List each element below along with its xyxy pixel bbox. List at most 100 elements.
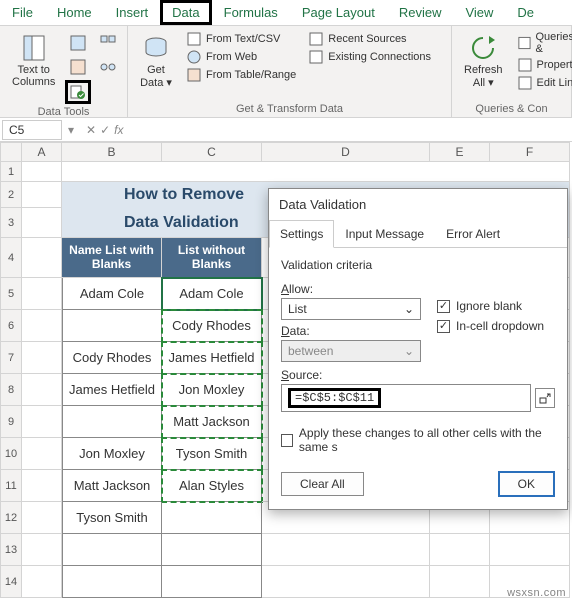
cell[interactable] — [490, 534, 570, 566]
rowhead-6[interactable]: 6 — [0, 310, 22, 342]
tab-developer[interactable]: De — [505, 0, 546, 25]
cell[interactable] — [22, 374, 62, 406]
cell-b7[interactable]: Cody Rhodes — [62, 342, 162, 374]
cell-b12[interactable]: Tyson Smith — [62, 502, 162, 534]
rowhead-4[interactable]: 4 — [0, 238, 22, 278]
edit-links-button[interactable]: Edit Link — [513, 74, 572, 92]
apply-changes-checkbox[interactable]: Apply these changes to all other cells w… — [281, 426, 555, 454]
tab-settings[interactable]: Settings — [269, 220, 334, 248]
cell[interactable] — [262, 566, 430, 598]
from-text-csv-button[interactable]: From Text/CSV — [182, 30, 300, 48]
cell[interactable] — [22, 470, 62, 502]
accept-formula-icon[interactable]: ✓ — [100, 123, 110, 137]
from-web-button[interactable]: From Web — [182, 48, 300, 66]
recent-sources-button[interactable]: Recent Sources — [304, 30, 435, 48]
cell[interactable] — [430, 534, 490, 566]
cell[interactable] — [22, 238, 62, 278]
consolidate-button[interactable] — [95, 32, 121, 54]
cell[interactable] — [22, 502, 62, 534]
in-cell-dropdown-checkbox[interactable]: ✓ In-cell dropdown — [437, 319, 544, 333]
properties-button[interactable]: Propertie — [513, 56, 572, 74]
formula-input[interactable] — [132, 128, 572, 132]
cell-c11[interactable]: Alan Styles — [162, 470, 262, 502]
cell-b11[interactable]: Matt Jackson — [62, 470, 162, 502]
cell-b8[interactable]: James Hetfield — [62, 374, 162, 406]
text-to-columns-button[interactable]: Text toColumns — [6, 30, 61, 90]
cell[interactable] — [22, 566, 62, 598]
cancel-formula-icon[interactable]: ✕ — [86, 123, 96, 137]
cell[interactable] — [22, 310, 62, 342]
from-table-range-button[interactable]: From Table/Range — [182, 66, 300, 84]
rowhead-13[interactable]: 13 — [0, 534, 22, 566]
cell[interactable] — [22, 162, 62, 182]
refresh-all-button[interactable]: RefreshAll ▾ — [458, 30, 509, 91]
cell[interactable] — [22, 438, 62, 470]
tab-input-message[interactable]: Input Message — [334, 220, 435, 248]
rowhead-1[interactable]: 1 — [0, 162, 22, 182]
rowhead-3[interactable]: 3 — [0, 208, 22, 238]
get-data-button[interactable]: GetData ▾ — [134, 30, 178, 91]
cell[interactable] — [22, 278, 62, 310]
cell-c9[interactable]: Matt Jackson — [162, 406, 262, 438]
cell-c8[interactable]: Jon Moxley — [162, 374, 262, 406]
tab-review[interactable]: Review — [387, 0, 454, 25]
flash-fill-button[interactable] — [65, 32, 91, 54]
cell-b9[interactable] — [62, 406, 162, 438]
colhead-c[interactable]: C — [162, 142, 262, 162]
cell[interactable] — [430, 566, 490, 598]
tab-view[interactable]: View — [453, 0, 505, 25]
cell-c14[interactable] — [162, 566, 262, 598]
ignore-blank-checkbox[interactable]: ✓ Ignore blank — [437, 299, 544, 313]
existing-connections-button[interactable]: Existing Connections — [304, 48, 435, 66]
colhead-f[interactable]: F — [490, 142, 570, 162]
cell-b14[interactable] — [62, 566, 162, 598]
clear-all-button[interactable]: Clear All — [281, 472, 364, 496]
header-c[interactable]: List without Blanks — [162, 238, 262, 278]
cell-c6[interactable]: Cody Rhodes — [162, 310, 262, 342]
cell-c12[interactable] — [162, 502, 262, 534]
tab-data[interactable]: Data — [160, 0, 211, 25]
cell-b5[interactable]: Adam Cole — [62, 278, 162, 310]
cell-c13[interactable] — [162, 534, 262, 566]
tab-home[interactable]: Home — [45, 0, 104, 25]
rowhead-7[interactable]: 7 — [0, 342, 22, 374]
cell[interactable] — [22, 342, 62, 374]
header-b[interactable]: Name List with Blanks — [62, 238, 162, 278]
fx-icon[interactable]: fx — [114, 123, 123, 137]
name-box-dropdown-icon[interactable]: ▾ — [64, 123, 78, 137]
select-all-cell[interactable] — [0, 142, 22, 162]
data-validation-button[interactable] — [65, 80, 91, 104]
cell[interactable] — [22, 534, 62, 566]
remove-duplicates-button[interactable] — [65, 56, 91, 78]
cell[interactable] — [22, 406, 62, 438]
colhead-d[interactable]: D — [262, 142, 430, 162]
relationships-button[interactable] — [95, 56, 121, 78]
tab-formulas[interactable]: Formulas — [212, 0, 290, 25]
cell-c7[interactable]: James Hetfield — [162, 342, 262, 374]
rowhead-12[interactable]: 12 — [0, 502, 22, 534]
cell-b13[interactable] — [62, 534, 162, 566]
cell-c10[interactable]: Tyson Smith — [162, 438, 262, 470]
tab-insert[interactable]: Insert — [104, 0, 161, 25]
cell[interactable] — [62, 162, 570, 182]
cell[interactable] — [262, 534, 430, 566]
cell[interactable] — [22, 182, 62, 208]
allow-select[interactable]: List ⌄ — [281, 298, 421, 320]
name-box[interactable]: C5 — [2, 120, 62, 140]
colhead-e[interactable]: E — [430, 142, 490, 162]
rowhead-8[interactable]: 8 — [0, 374, 22, 406]
colhead-a[interactable]: A — [22, 142, 62, 162]
tab-error-alert[interactable]: Error Alert — [435, 220, 511, 248]
rowhead-9[interactable]: 9 — [0, 406, 22, 438]
rowhead-10[interactable]: 10 — [0, 438, 22, 470]
queries-connections-button[interactable]: Queries & — [513, 30, 572, 56]
range-select-button[interactable] — [535, 388, 555, 408]
rowhead-14[interactable]: 14 — [0, 566, 22, 598]
rowhead-2[interactable]: 2 — [0, 182, 22, 208]
rowhead-5[interactable]: 5 — [0, 278, 22, 310]
cell-b10[interactable]: Jon Moxley — [62, 438, 162, 470]
source-input[interactable]: =$C$5:$C$11 — [281, 384, 531, 412]
cell[interactable] — [22, 208, 62, 238]
tab-file[interactable]: File — [0, 0, 45, 25]
rowhead-11[interactable]: 11 — [0, 470, 22, 502]
